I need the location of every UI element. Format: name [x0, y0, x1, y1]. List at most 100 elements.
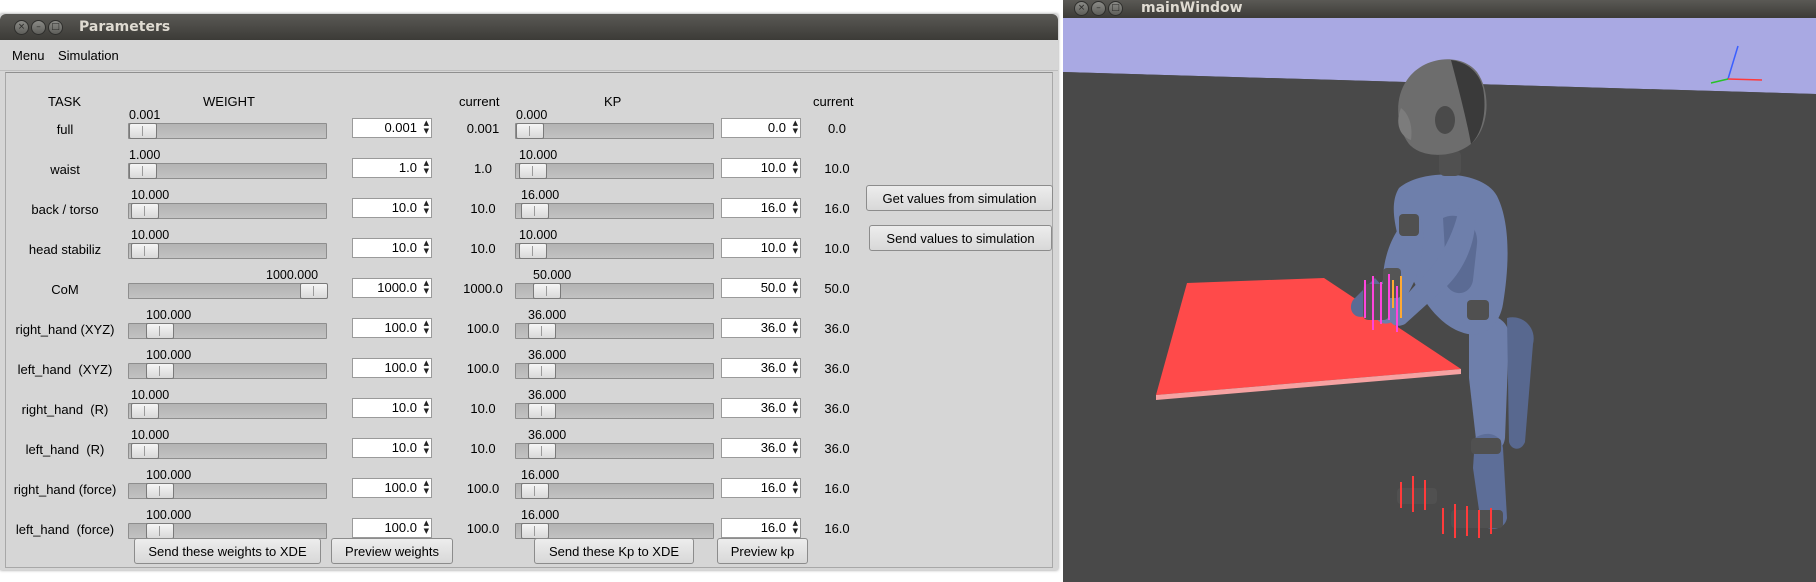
weight-slider-thumb[interactable]: [129, 163, 157, 179]
kp-slider-thumb[interactable]: [519, 243, 547, 259]
weight-spinbox[interactable]: 100.0 ▲ ▼: [352, 358, 432, 378]
weight-slider-thumb[interactable]: [131, 203, 159, 219]
kp-spinbox[interactable]: 10.0 ▲ ▼: [721, 238, 801, 258]
weight-spinbox[interactable]: 10.0 ▲ ▼: [352, 438, 432, 458]
menu-item-simulation[interactable]: Simulation: [58, 48, 119, 63]
kp-spinbox[interactable]: 16.0 ▲ ▼: [721, 478, 801, 498]
kp-spinbox[interactable]: 16.0 ▲ ▼: [721, 198, 801, 218]
kp-slider-thumb[interactable]: [528, 363, 556, 379]
kp-slider[interactable]: [515, 523, 714, 539]
maximize-icon[interactable]: □: [48, 20, 63, 35]
weight-slider-thumb[interactable]: [146, 363, 174, 379]
spin-arrows-icon[interactable]: ▲ ▼: [793, 399, 798, 415]
kp-slider[interactable]: [515, 123, 714, 139]
weight-spinbox[interactable]: 100.0 ▲ ▼: [352, 518, 432, 538]
weight-slider[interactable]: [128, 203, 327, 219]
weight-slider[interactable]: [128, 483, 327, 499]
spin-arrows-icon[interactable]: ▲ ▼: [793, 199, 798, 215]
weight-spinbox[interactable]: 10.0 ▲ ▼: [352, 238, 432, 258]
weight-slider-thumb[interactable]: [146, 323, 174, 339]
spin-arrows-icon[interactable]: ▲ ▼: [424, 519, 429, 535]
weight-spinbox[interactable]: 0.001 ▲ ▼: [352, 118, 432, 138]
kp-slider[interactable]: [515, 243, 714, 259]
kp-spinbox[interactable]: 10.0 ▲ ▼: [721, 158, 801, 178]
get-values-button[interactable]: Get values from simulation: [866, 185, 1053, 211]
spin-arrows-icon[interactable]: ▲ ▼: [793, 319, 798, 335]
spin-arrows-icon[interactable]: ▲ ▼: [424, 319, 429, 335]
weight-slider-thumb[interactable]: [300, 283, 328, 299]
kp-slider[interactable]: [515, 323, 714, 339]
kp-slider[interactable]: [515, 203, 714, 219]
kp-slider-thumb[interactable]: [519, 163, 547, 179]
kp-slider[interactable]: [515, 163, 714, 179]
kp-slider-thumb[interactable]: [521, 203, 549, 219]
kp-spinbox[interactable]: 36.0 ▲ ▼: [721, 358, 801, 378]
kp-slider-thumb[interactable]: [521, 523, 549, 539]
send-values-button[interactable]: Send values to simulation: [869, 225, 1052, 251]
kp-spinbox[interactable]: 36.0 ▲ ▼: [721, 438, 801, 458]
kp-slider[interactable]: [515, 483, 714, 499]
kp-spinbox[interactable]: 50.0 ▲ ▼: [721, 278, 801, 298]
spin-arrows-icon[interactable]: ▲ ▼: [424, 479, 429, 495]
weight-slider-thumb[interactable]: [131, 403, 159, 419]
kp-slider-thumb[interactable]: [521, 483, 549, 499]
close-icon[interactable]: ×: [1074, 1, 1089, 16]
weight-spinbox[interactable]: 1000.0 ▲ ▼: [352, 278, 432, 298]
weight-slider-thumb[interactable]: [131, 243, 159, 259]
kp-spinbox[interactable]: 36.0 ▲ ▼: [721, 398, 801, 418]
spin-arrows-icon[interactable]: ▲ ▼: [424, 199, 429, 215]
preview-weights-button[interactable]: Preview weights: [331, 538, 453, 564]
kp-slider-thumb[interactable]: [528, 403, 556, 419]
kp-slider-thumb[interactable]: [516, 123, 544, 139]
weight-slider-thumb[interactable]: [131, 443, 159, 459]
close-icon[interactable]: ×: [14, 20, 29, 35]
weight-spinbox[interactable]: 10.0 ▲ ▼: [352, 398, 432, 418]
weight-slider[interactable]: [128, 163, 327, 179]
spin-arrows-icon[interactable]: ▲ ▼: [793, 439, 798, 455]
minimize-icon[interactable]: –: [1091, 1, 1106, 16]
weight-slider[interactable]: [128, 123, 327, 139]
kp-spinbox[interactable]: 0.0 ▲ ▼: [721, 118, 801, 138]
weight-spinbox[interactable]: 100.0 ▲ ▼: [352, 478, 432, 498]
weight-spinbox[interactable]: 100.0 ▲ ▼: [352, 318, 432, 338]
weight-slider-thumb[interactable]: [146, 483, 174, 499]
weight-slider[interactable]: [128, 323, 327, 339]
kp-slider-thumb[interactable]: [533, 283, 561, 299]
spin-arrows-icon[interactable]: ▲ ▼: [793, 519, 798, 535]
spin-arrows-icon[interactable]: ▲ ▼: [793, 119, 798, 135]
weight-slider-thumb[interactable]: [146, 523, 174, 539]
maximize-icon[interactable]: □: [1108, 1, 1123, 16]
kp-slider[interactable]: [515, 403, 714, 419]
spin-arrows-icon[interactable]: ▲ ▼: [793, 359, 798, 375]
weight-slider[interactable]: [128, 283, 328, 299]
spin-arrows-icon[interactable]: ▲ ▼: [793, 239, 798, 255]
send-kp-button[interactable]: Send these Kp to XDE: [534, 538, 694, 564]
kp-slider[interactable]: [515, 283, 714, 299]
spin-arrows-icon[interactable]: ▲ ▼: [793, 479, 798, 495]
weight-slider-thumb[interactable]: [129, 123, 157, 139]
preview-kp-button[interactable]: Preview kp: [717, 538, 808, 564]
weight-slider[interactable]: [128, 443, 327, 459]
weight-slider[interactable]: [128, 403, 327, 419]
weight-slider[interactable]: [128, 523, 327, 539]
spin-arrows-icon[interactable]: ▲ ▼: [424, 119, 429, 135]
spin-arrows-icon[interactable]: ▲ ▼: [424, 399, 429, 415]
minimize-icon[interactable]: –: [31, 20, 46, 35]
menu-item-menu[interactable]: Menu: [12, 48, 45, 63]
kp-slider-thumb[interactable]: [528, 323, 556, 339]
3d-viewport[interactable]: [1063, 18, 1816, 582]
weight-slider[interactable]: [128, 243, 327, 259]
weight-slider[interactable]: [128, 363, 327, 379]
weight-spinbox[interactable]: 10.0 ▲ ▼: [352, 198, 432, 218]
kp-slider[interactable]: [515, 443, 714, 459]
spin-arrows-icon[interactable]: ▲ ▼: [424, 239, 429, 255]
kp-slider[interactable]: [515, 363, 714, 379]
spin-arrows-icon[interactable]: ▲ ▼: [424, 359, 429, 375]
send-weights-button[interactable]: Send these weights to XDE: [134, 538, 321, 564]
kp-spinbox[interactable]: 36.0 ▲ ▼: [721, 318, 801, 338]
spin-arrows-icon[interactable]: ▲ ▼: [424, 439, 429, 455]
kp-spinbox[interactable]: 16.0 ▲ ▼: [721, 518, 801, 538]
kp-slider-thumb[interactable]: [528, 443, 556, 459]
weight-spinbox[interactable]: 1.0 ▲ ▼: [352, 158, 432, 178]
spin-arrows-icon[interactable]: ▲ ▼: [793, 159, 798, 175]
